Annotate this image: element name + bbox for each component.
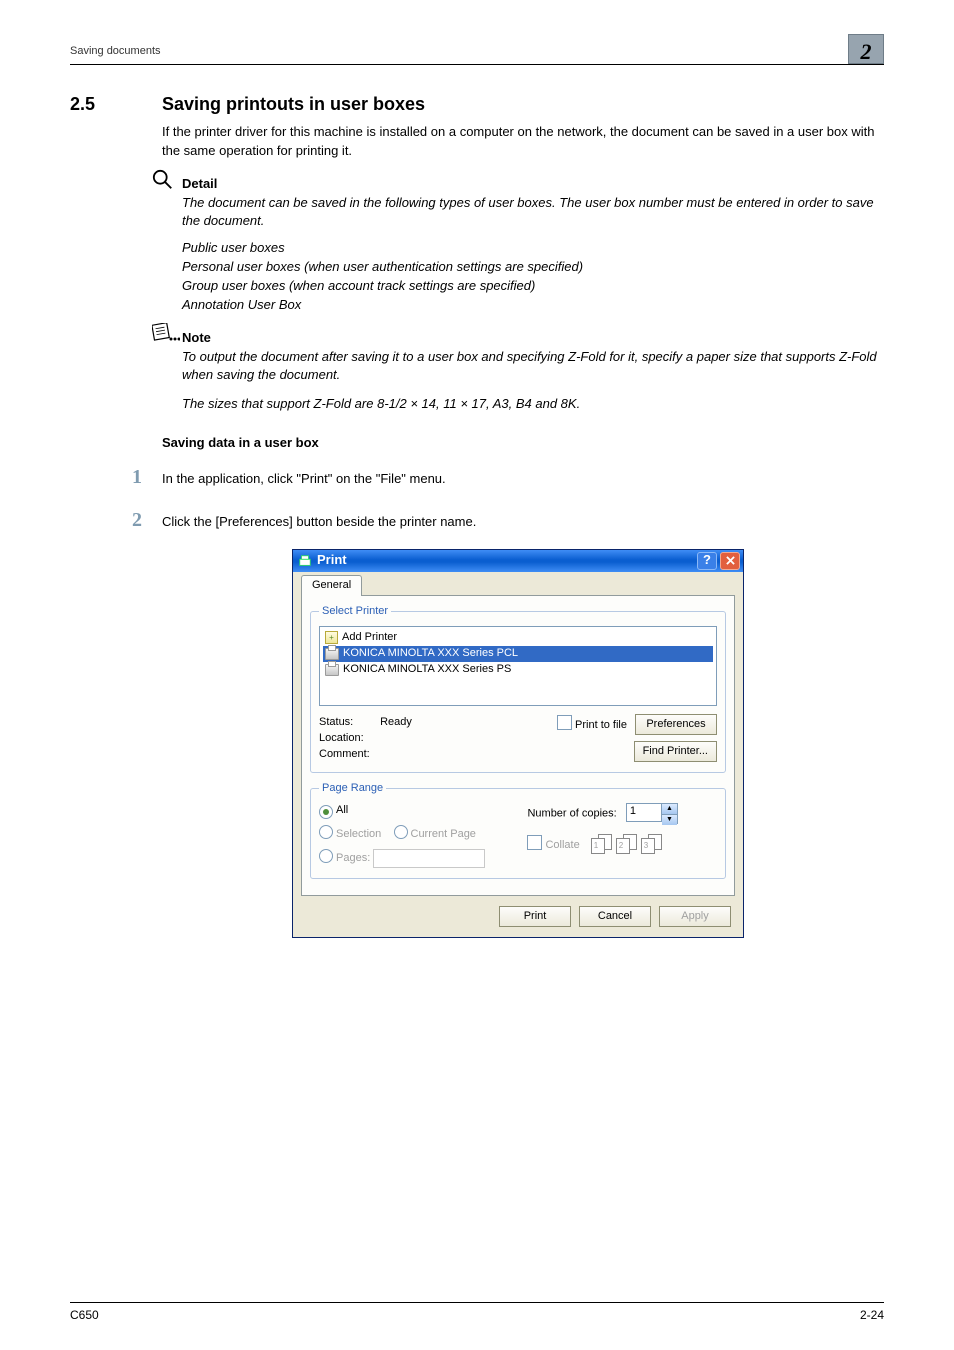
apply-button: Apply	[659, 906, 731, 927]
section-intro: If the printer driver for this machine i…	[162, 123, 884, 161]
radio-icon	[394, 825, 408, 839]
status-label: Status:	[319, 714, 377, 730]
radio-icon	[319, 805, 333, 819]
note-text-1: To output the document after saving it t…	[182, 348, 884, 386]
find-printer-button[interactable]: Find Printer...	[634, 741, 717, 762]
close-button[interactable]	[720, 552, 740, 570]
magnifier-icon	[152, 169, 174, 191]
printer-item-label: KONICA MINOLTA XXX Series PCL	[343, 646, 518, 662]
preferences-button[interactable]: Preferences	[635, 714, 717, 735]
footer-model: C650	[70, 1307, 99, 1324]
copies-label: Number of copies:	[527, 807, 616, 819]
dialog-title: Print	[317, 551, 347, 570]
radio-icon	[319, 849, 333, 863]
page-footer: C650 2-24	[70, 1302, 884, 1324]
printer-item-label: Add Printer	[342, 630, 397, 646]
note-icon	[152, 323, 174, 345]
printer-item[interactable]: KONICA MINOLTA XXX Series PS	[323, 662, 713, 678]
chapter-number: 2	[861, 41, 872, 63]
select-printer-group: Select Printer + Add Printer KONICA MINO…	[310, 604, 726, 773]
range-all-radio[interactable]: All	[319, 804, 348, 816]
copies-value: 1	[626, 803, 662, 822]
range-selection-radio: Selection	[319, 828, 384, 840]
step-number: 2	[132, 506, 162, 535]
dialog-titlebar[interactable]: Print ?	[293, 550, 743, 572]
chapter-badge: 2	[848, 34, 884, 64]
cancel-button[interactable]: Cancel	[579, 906, 651, 927]
spin-up-icon[interactable]: ▲	[662, 804, 677, 814]
comment-label: Comment:	[319, 746, 377, 762]
detail-heading: Detail	[182, 175, 884, 194]
tab-general[interactable]: General	[301, 575, 362, 596]
detail-list-item: Public user boxes	[182, 239, 884, 258]
printer-icon	[325, 648, 339, 660]
add-printer-icon: +	[325, 631, 338, 644]
detail-text: The document can be saved in the followi…	[182, 194, 884, 232]
page-range-legend: Page Range	[319, 781, 386, 797]
step-text: Click the [Preferences] button beside th…	[162, 513, 884, 532]
print-button[interactable]: Print	[499, 906, 571, 927]
procedure-heading: Saving data in a user box	[162, 434, 884, 453]
checkbox-icon	[527, 835, 542, 850]
print-to-file-checkbox[interactable]: Print to file	[557, 715, 627, 734]
step-text: In the application, click "Print" on the…	[162, 470, 884, 489]
print-dialog: Print ? General Select Printer	[292, 549, 744, 938]
step-number: 1	[132, 463, 162, 492]
footer-page-number: 2-24	[860, 1307, 884, 1324]
printer-icon	[325, 664, 339, 676]
range-all-label: All	[336, 804, 348, 816]
range-pages-label: Pages:	[336, 852, 370, 864]
select-printer-legend: Select Printer	[319, 604, 391, 620]
spin-down-icon[interactable]: ▼	[662, 814, 677, 825]
location-label: Location:	[319, 730, 377, 746]
printer-item-add[interactable]: + Add Printer	[323, 630, 713, 646]
collate-label: Collate	[545, 839, 579, 851]
printer-item-selected[interactable]: KONICA MINOLTA XXX Series PCL	[323, 646, 713, 662]
page-range-group: Page Range All	[310, 781, 726, 879]
printer-item-label: KONICA MINOLTA XXX Series PS	[343, 662, 511, 678]
copies-stepper[interactable]: 1 ▲ ▼	[626, 803, 678, 824]
range-currentpage-label: Current Page	[411, 828, 476, 840]
collate-checkbox: Collate	[527, 839, 582, 851]
section-number: 2.5	[70, 91, 162, 117]
collate-graphic: 11 22 33	[591, 834, 663, 856]
detail-list: Public user boxes Personal user boxes (w…	[182, 239, 884, 314]
printer-icon	[297, 553, 313, 569]
help-button[interactable]: ?	[697, 552, 717, 570]
running-title: Saving documents	[70, 38, 884, 60]
detail-list-item: Annotation User Box	[182, 296, 884, 315]
section-title: Saving printouts in user boxes	[162, 91, 425, 117]
print-to-file-label: Print to file	[575, 719, 627, 731]
printer-listbox[interactable]: + Add Printer KONICA MINOLTA XXX Series …	[319, 626, 717, 706]
range-selection-label: Selection	[336, 828, 381, 840]
checkbox-icon	[557, 715, 572, 730]
range-currentpage-radio: Current Page	[394, 828, 476, 840]
note-text-2: The sizes that support Z-Fold are 8-1/2 …	[182, 395, 884, 414]
status-value: Ready	[380, 716, 412, 728]
range-pages-radio: Pages:	[319, 852, 373, 864]
radio-icon	[319, 825, 333, 839]
page-header: Saving documents 2	[70, 38, 884, 65]
pages-input	[373, 849, 485, 868]
detail-list-item: Personal user boxes (when user authentic…	[182, 258, 884, 277]
detail-list-item: Group user boxes (when account track set…	[182, 277, 884, 296]
note-heading: Note	[182, 329, 884, 348]
